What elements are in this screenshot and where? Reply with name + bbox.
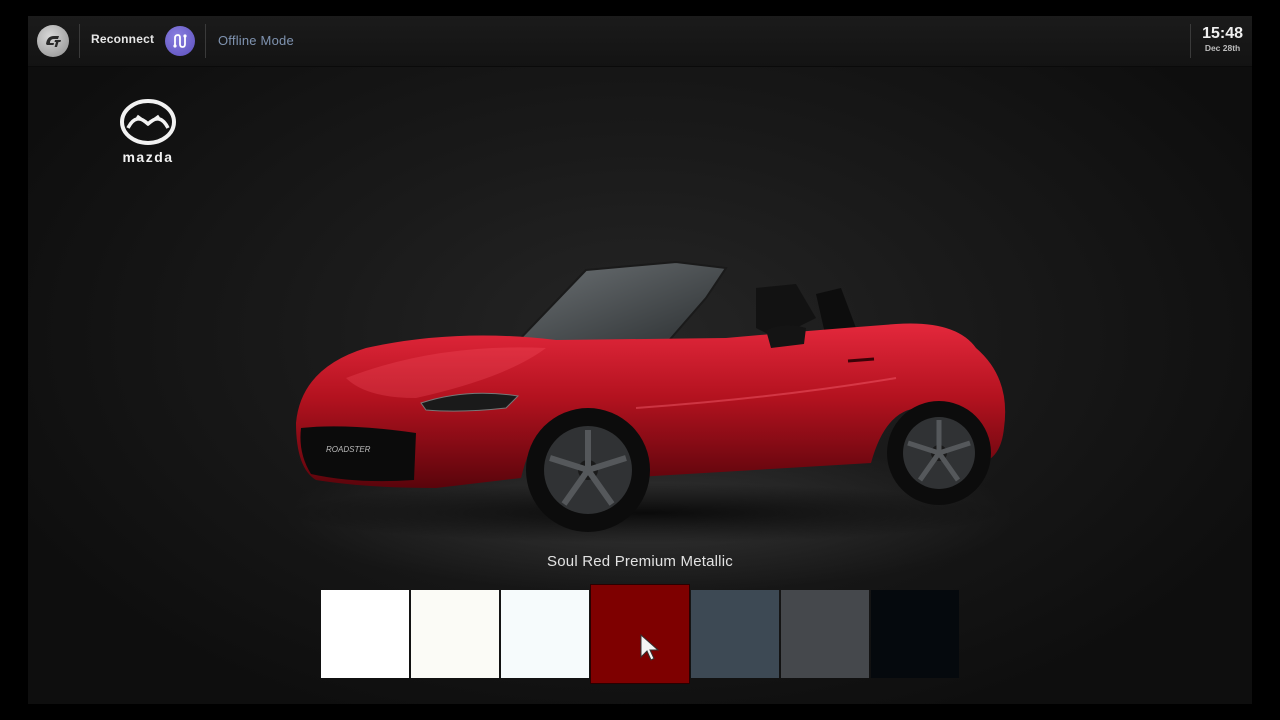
brand-logo: mazda [112, 98, 184, 165]
badge-text: ROADSTER [326, 445, 371, 454]
clock-time: 15:48 [1202, 25, 1243, 42]
clock-date: Dec 28th [1204, 43, 1241, 53]
reconnect-button[interactable]: Reconnect [91, 32, 154, 46]
status-text: Offline Mode [218, 33, 294, 48]
paint-swatch[interactable] [781, 590, 869, 678]
paint-swatch[interactable] [871, 590, 959, 678]
divider [1190, 24, 1191, 58]
clock: 15:48 Dec 28th [1202, 25, 1243, 54]
showroom-stage: Reconnect Offline Mode 15:48 Dec 28th ma… [28, 16, 1252, 704]
paint-swatch[interactable] [321, 590, 409, 678]
gt-logo-icon[interactable] [37, 25, 69, 57]
rear-wheel [887, 401, 991, 505]
pointer-cursor-icon [640, 633, 660, 661]
car-model: ROADSTER [286, 260, 1006, 543]
paint-color-name: Soul Red Premium Metallic [547, 553, 733, 570]
paint-swatch[interactable] [411, 590, 499, 678]
top-bar: Reconnect Offline Mode 15:48 Dec 28th [28, 16, 1252, 67]
divider [205, 24, 206, 58]
front-wheel [526, 408, 650, 532]
divider [79, 24, 80, 58]
paint-swatch[interactable] [501, 590, 589, 678]
mazda-logo-icon [120, 99, 176, 145]
brand-name: mazda [122, 149, 174, 165]
network-icon[interactable] [165, 26, 195, 56]
paint-swatch[interactable] [691, 590, 779, 678]
